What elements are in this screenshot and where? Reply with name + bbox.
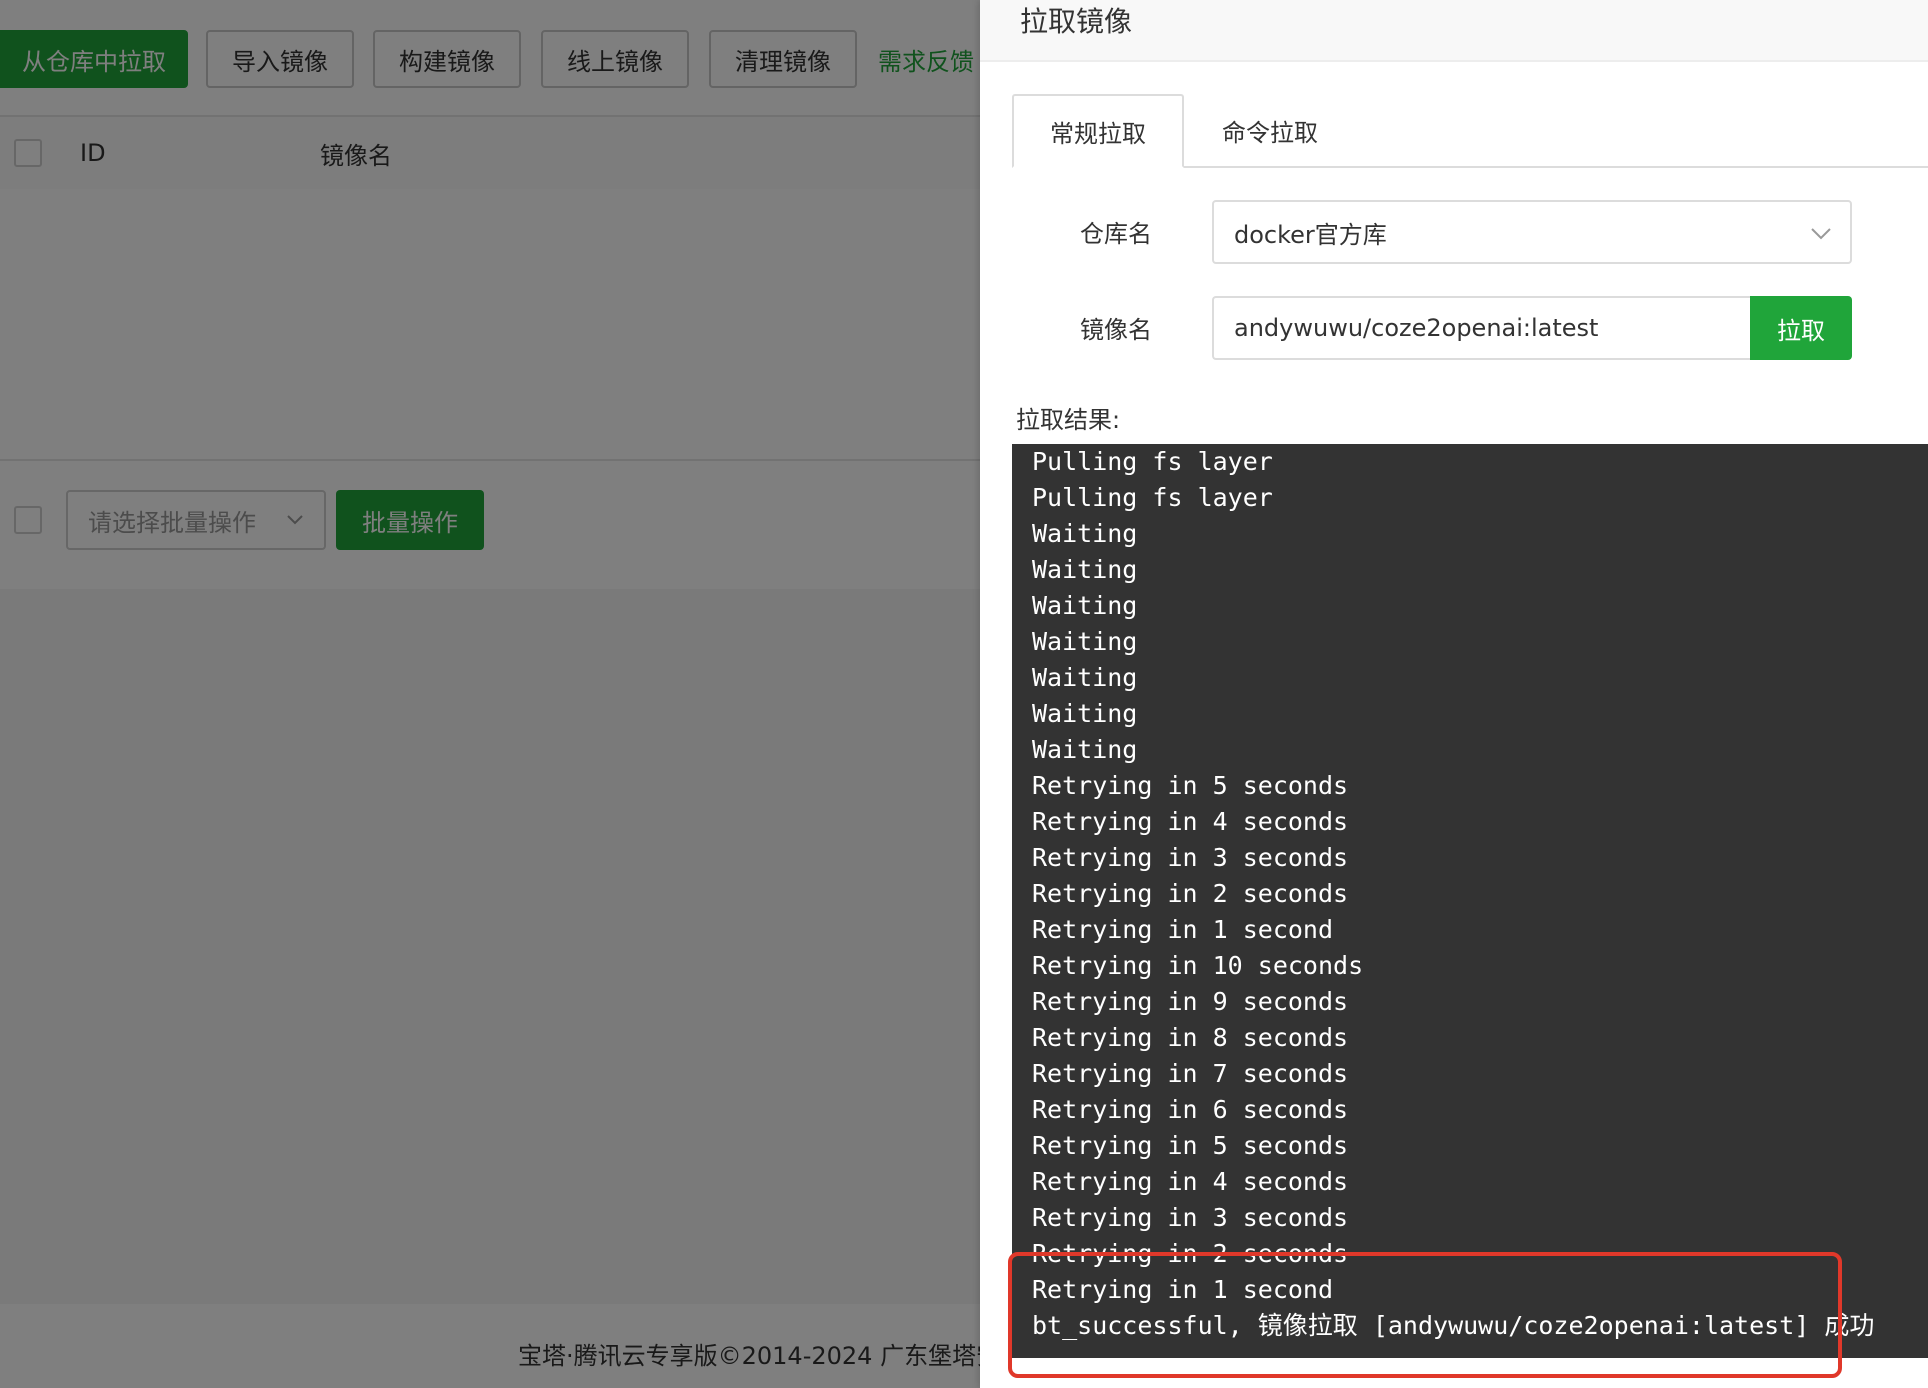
repo-select[interactable]: docker官方库 [1212,200,1852,264]
console-line: Pulling fs layer [1032,483,1273,512]
console-line: Retrying in 1 second [1032,915,1334,944]
console-line: Retrying in 4 seconds [1032,807,1349,836]
console-line: Waiting [1032,555,1138,584]
console-line: Retrying in 9 seconds [1032,987,1349,1016]
console-line: Retrying in 5 seconds [1032,1131,1349,1160]
console-line: Waiting [1032,699,1138,728]
console-line: Retrying in 2 seconds [1032,879,1349,908]
console-line: Waiting [1032,591,1138,620]
console-line: Retrying in 5 seconds [1032,771,1349,800]
image-name-label: 镜像名 [1080,316,1152,344]
tab-command-pull[interactable]: 命令拉取 [1184,94,1356,166]
pull-result-label: 拉取结果: [1016,406,1121,434]
console-line: Waiting [1032,663,1138,692]
drawer-title: 拉取镜像 [1020,5,1133,38]
drawer-header: 拉取镜像 [980,0,1928,62]
console-line: Waiting [1032,519,1138,548]
pull-result-console[interactable]: Pulling fs layer Pulling fs layer Waiting W… [1012,444,1928,1358]
repo-select-value: docker官方库 [1234,220,1387,249]
console-line: Retrying in 3 seconds [1032,1203,1349,1232]
repo-label: 仓库名 [1080,220,1152,248]
tab-regular-pull[interactable]: 常规拉取 [1012,94,1184,168]
pull-button[interactable]: 拉取 [1750,296,1852,360]
console-output: Pulling fs layer Pulling fs layer Waiting W… [1032,444,1874,1344]
console-line: Retrying in 8 seconds [1032,1023,1349,1052]
console-line: Retrying in 4 seconds [1032,1167,1349,1196]
console-line: Pulling fs layer [1032,447,1273,476]
console-line: Waiting [1032,735,1138,764]
console-line: Retrying in 6 seconds [1032,1095,1349,1124]
console-line: Waiting [1032,627,1138,656]
modal-overlay[interactable] [0,0,980,1388]
pull-image-drawer: 拉取镜像 常规拉取 命令拉取 仓库名 docker官方库 镜像名 拉取 拉取结果… [980,0,1928,1388]
console-line: Retrying in 10 seconds [1032,951,1364,980]
console-line: Retrying in 7 seconds [1032,1059,1349,1088]
chevron-down-icon [1808,220,1834,252]
console-line: Retrying in 3 seconds [1032,843,1349,872]
pull-mode-tabs: 常规拉取 命令拉取 [1012,94,1928,168]
image-name-input[interactable] [1212,296,1752,360]
success-highlight-box [1008,1252,1842,1378]
